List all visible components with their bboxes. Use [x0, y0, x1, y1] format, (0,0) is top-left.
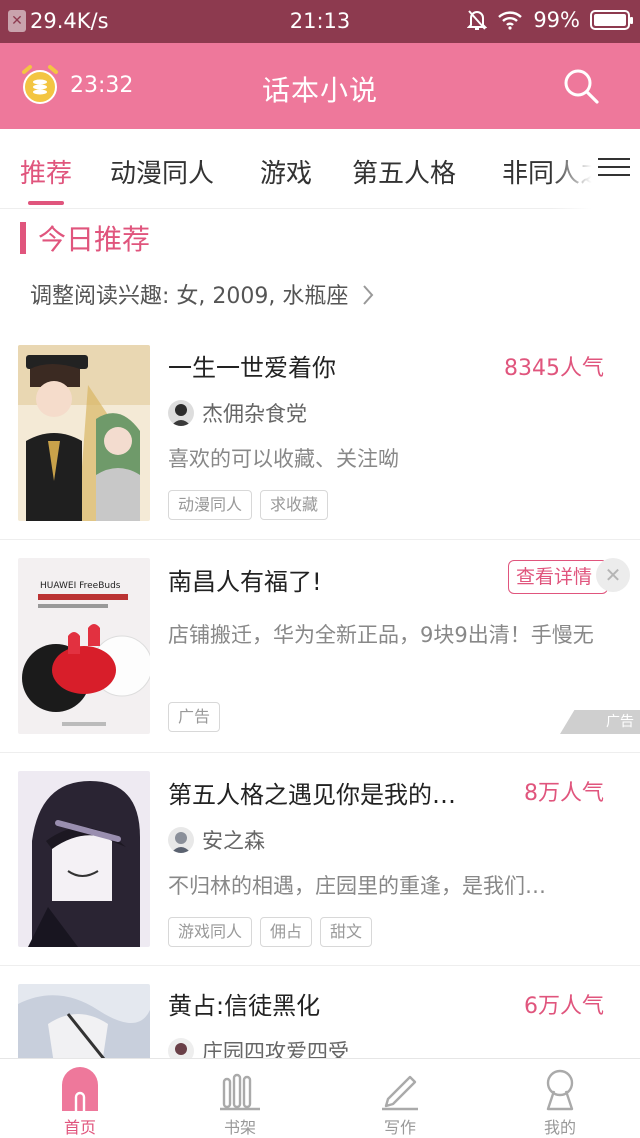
book-tag[interactable]: 求收藏	[260, 490, 329, 520]
section-bar	[20, 222, 26, 254]
ad-title[interactable]: 南昌人有福了!	[168, 562, 322, 597]
bottom-nav: 首页 书架 写作 我的	[0, 1058, 640, 1138]
app-title: 话本小说	[261, 74, 378, 107]
book-tags: 游戏同人 佣占 甜文	[168, 917, 373, 947]
search-icon[interactable]	[562, 67, 600, 105]
prefs-text: 调整阅读兴趣: 女, 2009, 水瓶座	[30, 284, 349, 309]
nav-bookshelf[interactable]: 书架	[160, 1059, 320, 1138]
book-tag[interactable]: 佣占	[260, 917, 313, 947]
avatar	[168, 400, 194, 426]
book-cover[interactable]	[18, 345, 150, 521]
ad-tag: 广告	[168, 702, 221, 732]
book-author[interactable]: 庄园四攻爱四受	[168, 1036, 349, 1058]
nav-home[interactable]: 首页	[0, 1059, 160, 1138]
book-description: 不归林的相遇，庄园里的重逢，是我们…	[168, 874, 546, 898]
section-header: 今日推荐	[20, 218, 150, 258]
nav-label: 首页	[63, 1118, 96, 1137]
author-name: 杰佣杂食党	[202, 402, 307, 426]
tab-games[interactable]: 游戏	[260, 153, 312, 190]
book-popularity: 6万人气	[524, 994, 604, 1019]
ad-corner-badge: 广告	[560, 710, 640, 734]
bell-off-icon	[467, 10, 488, 30]
battery-icon	[590, 10, 633, 30]
book-title[interactable]: 一生一世爱着你	[168, 348, 336, 383]
ad-card[interactable]: HUAWEI FreeBuds 南昌人有福了! 查看详情 ✕ 店铺搬迁，华为全新…	[0, 540, 640, 753]
bookshelf-icon	[220, 1073, 260, 1111]
close-ad-icon[interactable]: ✕	[596, 558, 630, 592]
book-title[interactable]: 第五人格之遇见你是我的…	[168, 775, 456, 810]
battery-percent: 99%	[533, 8, 580, 32]
status-right: 99%	[467, 8, 633, 32]
tab-identity-v[interactable]: 第五人格	[352, 153, 456, 190]
book-author[interactable]: 杰佣杂食党	[168, 398, 307, 428]
pencil-icon	[382, 1075, 418, 1111]
reading-preferences-link[interactable]: 调整阅读兴趣: 女, 2009, 水瓶座	[30, 278, 375, 310]
app-header: 23:32 话本小说	[0, 43, 640, 129]
ad-image[interactable]: HUAWEI FreeBuds	[18, 558, 150, 734]
nav-label: 写作	[383, 1118, 416, 1137]
author-name: 安之森	[202, 829, 265, 853]
nav-write[interactable]: 写作	[320, 1059, 480, 1138]
section-title: 今日推荐	[38, 223, 151, 256]
avatar	[168, 1038, 194, 1058]
ad-tags: 广告	[168, 702, 221, 732]
book-author[interactable]: 安之森	[168, 825, 265, 855]
book-title[interactable]: 黄占:信徒黑化	[168, 986, 320, 1021]
book-tag[interactable]: 甜文	[320, 917, 373, 947]
home-icon	[62, 1067, 98, 1111]
book-tag[interactable]: 动漫同人	[168, 490, 253, 520]
book-tag[interactable]: 游戏同人	[168, 917, 253, 947]
nav-profile[interactable]: 我的	[480, 1059, 640, 1138]
status-bar: ✕ 29.4K/s 21:13 99%	[0, 0, 640, 43]
chevron-right-icon	[363, 285, 374, 305]
battery-fill	[594, 14, 626, 26]
book-tags: 动漫同人 求收藏	[168, 490, 329, 520]
category-tabs: 推荐 动漫同人 游戏 第五人格 非同人之	[0, 129, 640, 209]
wifi-icon	[498, 11, 523, 30]
active-tab-indicator	[28, 201, 64, 205]
book-popularity: 8万人气	[524, 781, 604, 806]
app-root: ✕ 29.4K/s 21:13 99% 23:32 话本小说 推荐 动漫同人 游…	[0, 0, 640, 1138]
book-cover[interactable]	[18, 771, 150, 947]
book-card[interactable]: 黄占:信徒黑化 6万人气 庄园四攻爱四受	[0, 966, 640, 1058]
book-card[interactable]: 第五人格之遇见你是我的… 8万人气 安之森 不归林的相遇，庄园里的重逢，是我们……	[0, 753, 640, 966]
ad-image-brand: HUAWEI FreeBuds	[40, 581, 121, 591]
ad-description: 店铺搬迁，华为全新正品，9块9出清！手慢无	[168, 623, 594, 647]
nav-label: 书架	[223, 1118, 256, 1137]
profile-icon	[546, 1069, 574, 1111]
tab-anime-fanfic[interactable]: 动漫同人	[110, 153, 214, 190]
book-card[interactable]: 一生一世爱着你 8345人气 杰佣杂食党 喜欢的可以收藏、关注呦 动漫同人 求收…	[0, 330, 640, 540]
book-cover[interactable]	[18, 984, 150, 1058]
author-name: 庄园四攻爱四受	[202, 1040, 349, 1058]
book-description: 喜欢的可以收藏、关注呦	[168, 447, 399, 471]
tab-recommend[interactable]: 推荐	[20, 153, 72, 190]
ad-detail-button[interactable]: 查看详情	[508, 560, 608, 594]
ad-mark-text: 广告	[606, 714, 634, 730]
book-popularity: 8345人气	[504, 356, 604, 381]
menu-icon[interactable]	[598, 153, 630, 183]
nav-label: 我的	[543, 1118, 576, 1137]
avatar	[168, 827, 194, 853]
